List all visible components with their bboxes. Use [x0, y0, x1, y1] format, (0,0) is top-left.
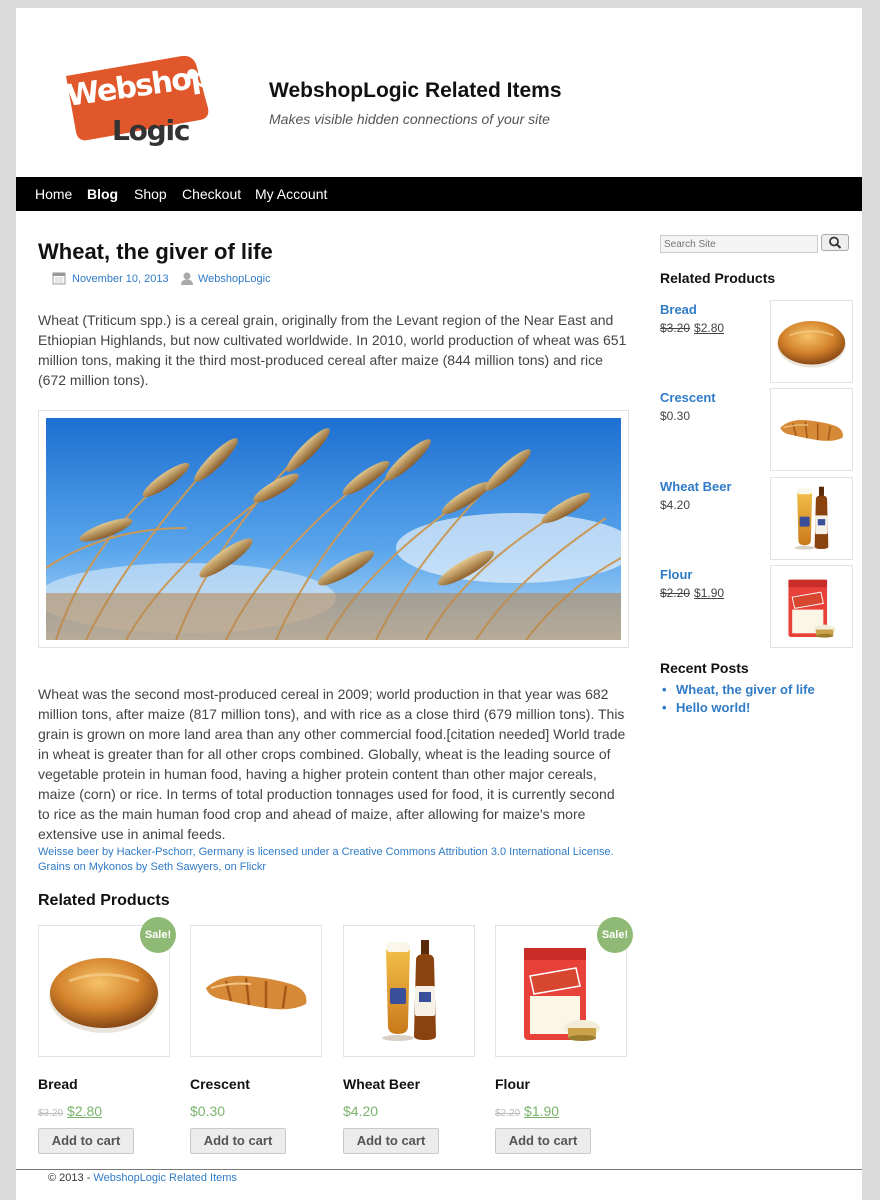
sidebar-product-price: $2.20 $1.90: [660, 586, 724, 600]
recent-post-item: Wheat, the giver of life: [660, 681, 815, 699]
post-paragraph-2: Wheat was the second most-produced cerea…: [38, 686, 626, 842]
product-name[interactable]: Flour: [495, 1076, 530, 1092]
site-logo[interactable]: Webshop Logic: [60, 50, 210, 146]
sidebar-product-name[interactable]: Bread: [660, 302, 697, 317]
product-image-crescent[interactable]: [190, 925, 322, 1057]
sidebar-product-wheat-beer: Wheat Beer $4.20: [660, 477, 853, 561]
credit-link-grains[interactable]: Grains on Mykonos by Seth Sawyers, on Fl…: [38, 861, 266, 873]
old-price: $2.20: [660, 586, 691, 600]
recent-post-link[interactable]: Hello world!: [676, 700, 750, 715]
search-input[interactable]: [660, 235, 818, 253]
sale-badge: Sale!: [597, 917, 633, 953]
product-price: $4.20: [343, 1103, 379, 1119]
site-header: Webshop Logic WebshopLogic Related Items…: [16, 8, 862, 177]
post-image: [38, 410, 629, 648]
add-to-cart-button[interactable]: Add to cart: [343, 1128, 439, 1154]
sale-price: $2.80: [67, 1103, 103, 1119]
old-price: $3.20: [38, 1108, 64, 1119]
search-button[interactable]: [821, 234, 849, 251]
calendar-icon: [52, 272, 66, 285]
nav-blog[interactable]: Blog: [87, 186, 118, 202]
sidebar-product-name[interactable]: Flour: [660, 567, 693, 582]
sidebar-product-image-flour[interactable]: [770, 565, 853, 648]
footer-site-link[interactable]: WebshopLogic Related Items: [93, 1172, 237, 1184]
product-price: $2.20 $1.90: [495, 1103, 559, 1119]
sidebar-product-image-crescent[interactable]: [770, 388, 853, 471]
add-to-cart-button[interactable]: Add to cart: [190, 1128, 286, 1154]
sale-badge: Sale!: [140, 917, 176, 953]
product-price: $0.30: [190, 1103, 226, 1119]
footer-text: © 2013 - WebshopLogic Related Items: [48, 1172, 237, 1184]
sale-price: $2.80: [694, 321, 725, 335]
logo-text-logic: Logic: [112, 114, 189, 146]
image-credits: Weisse beer by Hacker-Pschorr, Germany i…: [38, 845, 638, 875]
product-price: $3.20 $2.80: [38, 1103, 102, 1119]
sidebar-product-image-bread[interactable]: [770, 300, 853, 383]
old-price: $2.20: [495, 1108, 521, 1119]
sidebar-product-price: $3.20 $2.80: [660, 321, 724, 335]
wheat-field-image: [46, 418, 621, 640]
credit-link-beer[interactable]: Weisse beer by Hacker-Pschorr, Germany i…: [38, 846, 614, 858]
related-products-heading: Related Products: [38, 892, 170, 909]
main-nav: Home Blog Shop Checkout My Account: [16, 177, 862, 211]
author-icon: [181, 272, 193, 285]
sidebar-product-price: $0.30: [660, 409, 691, 423]
site-title[interactable]: WebshopLogic Related Items: [269, 79, 562, 103]
post-paragraph-1: Wheat (Triticum spp.) is a cereal grain,…: [38, 312, 627, 388]
nav-my-account[interactable]: My Account: [255, 186, 327, 202]
post-date-link[interactable]: November 10, 2013: [72, 273, 169, 285]
old-price: $3.20: [660, 321, 691, 335]
sidebar-related-heading: Related Products: [660, 270, 776, 286]
product-name[interactable]: Crescent: [190, 1076, 250, 1092]
sidebar-product-bread: Bread $3.20 $2.80: [660, 300, 853, 384]
footer-copyright: © 2013 -: [48, 1172, 94, 1184]
post-author-link[interactable]: WebshopLogic: [198, 273, 271, 285]
recent-posts-list: Wheat, the giver of life Hello world!: [660, 681, 815, 717]
sidebar-product-name[interactable]: Crescent: [660, 390, 716, 405]
search-icon: [829, 236, 842, 249]
sidebar-product-price: $4.20: [660, 498, 691, 512]
product-name[interactable]: Bread: [38, 1076, 78, 1092]
nav-home[interactable]: Home: [35, 186, 72, 202]
add-to-cart-button[interactable]: Add to cart: [495, 1128, 591, 1154]
sidebar-product-crescent: Crescent $0.30: [660, 388, 853, 472]
sidebar-product-image-wheat-beer[interactable]: [770, 477, 853, 560]
recent-post-link[interactable]: Wheat, the giver of life: [676, 682, 815, 697]
sidebar-product-flour: Flour $2.20 $1.90: [660, 565, 853, 649]
nav-checkout[interactable]: Checkout: [182, 186, 241, 202]
nav-shop[interactable]: Shop: [134, 186, 167, 202]
product-name[interactable]: Wheat Beer: [343, 1076, 420, 1092]
site-footer: © 2013 - WebshopLogic Related Items: [16, 1169, 862, 1200]
recent-posts-heading: Recent Posts: [660, 660, 749, 676]
sale-price: $1.90: [694, 586, 725, 600]
product-image-wheat-beer[interactable]: [343, 925, 475, 1057]
post-title: Wheat, the giver of life: [38, 239, 273, 264]
sidebar-product-name[interactable]: Wheat Beer: [660, 479, 732, 494]
sale-price: $1.90: [524, 1103, 560, 1119]
recent-post-item: Hello world!: [660, 699, 815, 717]
site-tagline: Makes visible hidden connections of your…: [269, 111, 550, 127]
add-to-cart-button[interactable]: Add to cart: [38, 1128, 134, 1154]
page: Webshop Logic WebshopLogic Related Items…: [16, 8, 862, 1200]
